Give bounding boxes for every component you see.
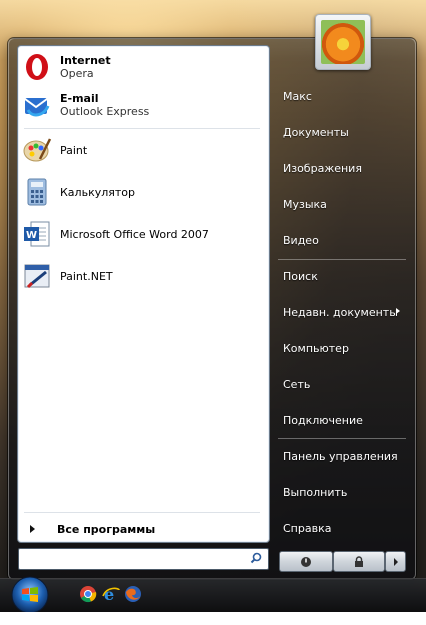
recent-label: Калькулятор: [60, 185, 135, 199]
internet-explorer-icon[interactable]: e: [101, 584, 121, 604]
pinned-separator: [24, 128, 260, 129]
recent-item-paintnet[interactable]: Paint.NET: [22, 261, 262, 291]
windows-logo-icon: [11, 576, 49, 614]
user-picture[interactable]: [315, 14, 371, 70]
recent-label: Paint.NET: [60, 269, 113, 283]
paintnet-icon: [22, 261, 52, 291]
pinned-item-internet[interactable]: Internet Opera: [22, 52, 262, 82]
recent-label: Microsoft Office Word 2007: [60, 227, 209, 241]
right-item-user[interactable]: Макс: [283, 90, 312, 103]
right-item-video[interactable]: Видео: [283, 234, 319, 247]
power-icon: [301, 556, 311, 567]
taskbar: [0, 578, 426, 613]
outlook-express-icon: [22, 90, 52, 120]
right-item-documents[interactable]: Документы: [283, 126, 349, 139]
start-button[interactable]: [8, 575, 52, 615]
power-button[interactable]: [279, 551, 333, 572]
start-search-box[interactable]: [18, 548, 269, 570]
lock-button[interactable]: [333, 551, 385, 572]
right-separator: [278, 438, 406, 439]
right-item-search[interactable]: Поиск: [283, 270, 318, 283]
arrow-right-icon: [393, 557, 398, 566]
recent-item-word[interactable]: W Microsoft Office Word 2007: [22, 219, 262, 249]
right-item-control-panel[interactable]: Панель управления: [283, 450, 398, 463]
firefox-icon[interactable]: [123, 584, 143, 604]
pinned-title: E-mail: [60, 92, 99, 105]
right-item-recent-documents[interactable]: Недавн. документы: [283, 306, 398, 319]
right-item-help[interactable]: Справка: [283, 522, 331, 535]
pinned-subtitle: Opera: [60, 67, 94, 80]
recent-label: Paint: [60, 143, 88, 157]
submenu-arrow-icon: [396, 308, 400, 314]
screen-bottom-edge: [0, 612, 426, 625]
flower-photo: [321, 20, 365, 64]
right-item-music[interactable]: Музыка: [283, 198, 327, 211]
all-programs-label: Все программы: [57, 522, 156, 536]
search-icon[interactable]: [250, 552, 262, 564]
triangle-right-icon: [30, 525, 35, 533]
lock-icon: [355, 555, 363, 567]
right-item-run[interactable]: Выполнить: [283, 486, 347, 499]
right-item-pictures[interactable]: Изображения: [283, 162, 362, 175]
programs-pane: Internet Opera E-mail Outlook Express Pa…: [17, 45, 270, 543]
paint-icon: [22, 135, 52, 165]
right-item-network[interactable]: Сеть: [283, 378, 310, 391]
right-separator: [278, 259, 406, 260]
chrome-icon[interactable]: [78, 584, 98, 604]
pinned-title: Internet: [60, 54, 111, 67]
all-programs-separator: [24, 512, 260, 513]
svg-text:W: W: [26, 230, 37, 241]
shutdown-options-button[interactable]: [385, 551, 406, 572]
all-programs-button[interactable]: Все программы: [26, 520, 262, 538]
search-input[interactable]: [19, 551, 247, 570]
recent-item-calculator[interactable]: Калькулятор: [22, 177, 262, 207]
calculator-icon: [22, 177, 52, 207]
pinned-subtitle: Outlook Express: [60, 105, 150, 118]
pinned-item-email[interactable]: E-mail Outlook Express: [22, 90, 262, 120]
opera-icon: [22, 52, 52, 82]
right-item-computer[interactable]: Компьютер: [283, 342, 349, 355]
right-item-connect[interactable]: Подключение: [283, 414, 363, 427]
word-icon: W: [22, 219, 52, 249]
recent-item-paint[interactable]: Paint: [22, 135, 262, 165]
